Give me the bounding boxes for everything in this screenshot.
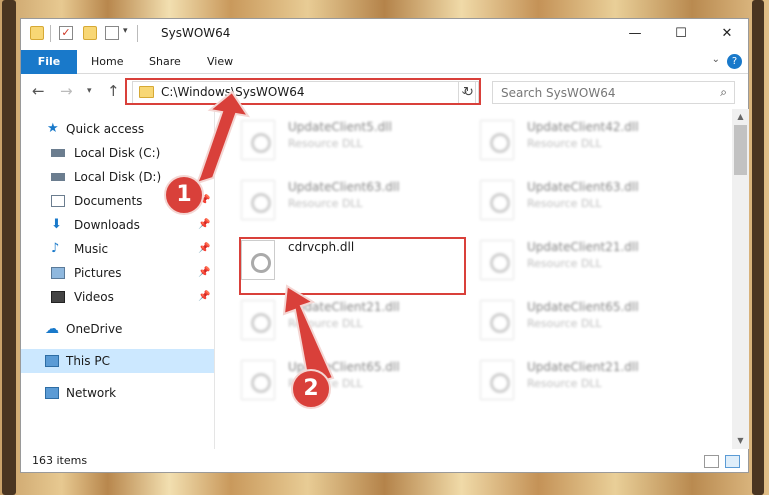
annotation-arrows (195, 90, 335, 388)
callout-1: 1 (164, 175, 204, 215)
callout-2: 2 (291, 369, 331, 409)
arrow-1 (195, 90, 251, 185)
